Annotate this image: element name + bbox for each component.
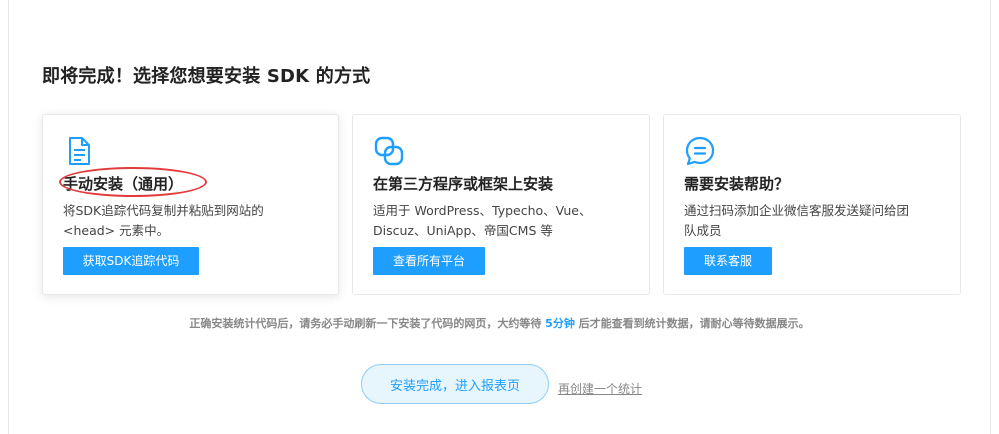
- card-install-help: 需要安装帮助？ 通过扫码添加企业微信客服发送疑问给团 队成员 联系客服: [663, 114, 961, 295]
- card-title: 需要安装帮助？: [684, 175, 790, 193]
- desc-line-2: <head> 元素中。: [63, 223, 170, 238]
- document-icon: [69, 137, 90, 165]
- contact-support-button[interactable]: 联系客服: [684, 247, 772, 275]
- desc-line-2: Discuz、UniApp、帝国CMS 等: [373, 223, 553, 238]
- card-third-party-install: 在第三方程序或框架上安装 适用于 WordPress、Typecho、Vue、 …: [352, 114, 650, 295]
- card-description: 将SDK追踪代码复制并粘贴到网站的 <head> 元素中。: [63, 201, 325, 241]
- notice-text-before: 正确安装统计代码后，请务必手动刷新一下安装了代码的网页，大约等待: [189, 317, 546, 330]
- notice-text-after: 后才能查看到统计数据，请耐心等待数据展示。: [574, 317, 810, 330]
- desc-line-1: 通过扫码添加企业微信客服发送疑问给团: [684, 203, 910, 218]
- get-sdk-code-button[interactable]: 获取SDK追踪代码: [63, 247, 199, 275]
- desc-line-1: 将SDK追踪代码复制并粘贴到网站的: [63, 203, 264, 218]
- annotation-ellipse: [59, 167, 207, 197]
- create-another-link[interactable]: 再创建一个统计: [558, 380, 642, 397]
- card-description: 通过扫码添加企业微信客服发送疑问给团 队成员: [684, 201, 946, 241]
- card-title: 手动安装（通用）: [59, 167, 207, 197]
- desc-line-1: 适用于 WordPress、Typecho、Vue、: [373, 203, 592, 218]
- card-title: 在第三方程序或框架上安装: [373, 175, 554, 193]
- view-all-platforms-button[interactable]: 查看所有平台: [373, 247, 485, 275]
- notice-wait-time: 5分钟: [545, 317, 575, 330]
- finish-install-button[interactable]: 安装完成，进入报表页: [361, 364, 549, 404]
- install-notice: 正确安装统计代码后，请务必手动刷新一下安装了代码的网页，大约等待 5分钟 后才能…: [0, 315, 999, 331]
- link-icon: [374, 136, 404, 166]
- card-manual-install: 手动安装（通用） 将SDK追踪代码复制并粘贴到网站的 <head> 元素中。 获…: [42, 114, 339, 295]
- chat-icon: [685, 136, 715, 166]
- page-title: 即将完成！选择您想要安装 SDK 的方式: [42, 66, 371, 87]
- card-description: 适用于 WordPress、Typecho、Vue、 Discuz、UniApp…: [373, 201, 635, 241]
- desc-line-2: 队成员: [684, 223, 722, 238]
